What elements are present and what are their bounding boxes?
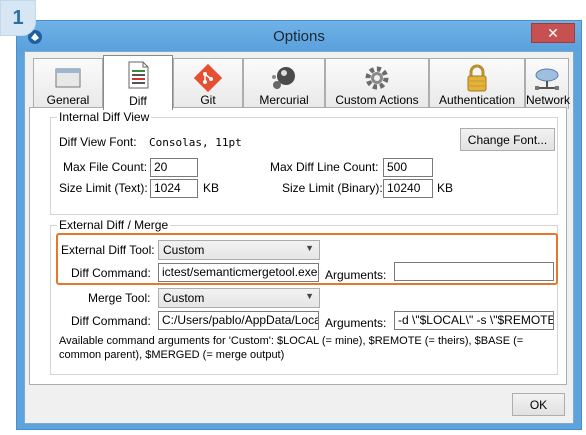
merge-arguments-input[interactable]: -d \"$LOCAL\" -s \"$REMOTE xyxy=(394,311,554,330)
gear-icon xyxy=(365,66,389,90)
chevron-down-icon: ▼ xyxy=(305,291,314,301)
titlebar: Options ✕ xyxy=(17,21,581,51)
tab-diff[interactable]: Diff xyxy=(103,55,173,110)
diff-command-label: Diff Command: xyxy=(71,266,151,280)
tab-mercurial[interactable]: Mercurial xyxy=(243,58,325,109)
merge-tool-value: Custom xyxy=(163,291,205,305)
mercurial-icon xyxy=(272,67,295,89)
merge-arguments-label: Arguments: xyxy=(325,316,387,330)
max-diff-line-count-label: Max Diff Line Count: xyxy=(270,160,379,174)
diff-tab-panel: Internal Diff View Diff View Font: Conso… xyxy=(29,107,567,385)
external-diff-merge-group: External Diff / Merge External Diff Tool… xyxy=(50,218,558,375)
diff-arguments-input[interactable] xyxy=(394,262,554,281)
tab-label: General xyxy=(46,93,90,107)
close-icon: ✕ xyxy=(547,24,559,41)
tab-general[interactable]: General xyxy=(33,58,103,109)
size-limit-text-label: Size Limit (Text): xyxy=(59,181,148,195)
merge-command-label: Diff Command: xyxy=(71,314,151,328)
tab-label: Authentication xyxy=(438,93,516,107)
padlock-icon xyxy=(467,64,487,92)
merge-command-input[interactable]: C:/Users/pablo/AppData/Loca xyxy=(158,311,319,330)
diff-arguments-label: Arguments: xyxy=(325,268,387,282)
window-title: Options xyxy=(273,28,325,45)
merge-tool-label: Merge Tool: xyxy=(88,291,151,305)
group-legend: External Diff / Merge xyxy=(57,218,171,232)
tab-custom-actions[interactable]: Custom Actions xyxy=(325,58,429,109)
size-limit-binary-unit: KB xyxy=(437,181,454,195)
diff-view-font-value: Consolas, 11pt xyxy=(149,136,242,149)
ok-button[interactable]: OK xyxy=(512,393,565,416)
network-icon xyxy=(535,68,559,90)
size-limit-text-unit: KB xyxy=(203,181,220,195)
dialog-client: General Diff Git Mercurial Custom Action… xyxy=(24,51,574,424)
tab-network[interactable]: Network xyxy=(525,58,571,109)
options-window: Options ✕ General Diff Git Mercurial Cus… xyxy=(16,20,582,430)
tab-authentication[interactable]: Authentication xyxy=(429,58,525,109)
size-limit-text-input[interactable]: 1024 xyxy=(150,179,198,198)
max-file-count-input[interactable]: 20 xyxy=(150,158,198,177)
tab-git[interactable]: Git xyxy=(173,58,243,109)
tab-label: Mercurial xyxy=(259,93,309,107)
diff-document-icon xyxy=(128,61,149,89)
max-file-count-label: Max File Count: xyxy=(63,160,148,174)
size-limit-binary-input[interactable]: 10240 xyxy=(383,179,433,198)
tab-label: Custom Actions xyxy=(335,93,419,107)
tab-label: Network xyxy=(526,93,571,107)
external-diff-tool-select[interactable]: Custom ▼ xyxy=(158,240,320,260)
general-icon xyxy=(55,68,81,88)
diff-view-font-label: Diff View Font: xyxy=(59,135,137,149)
tab-label: Git xyxy=(200,93,216,107)
command-arguments-note: Available command arguments for 'Custom'… xyxy=(59,335,524,361)
size-limit-binary-label: Size Limit (Binary): xyxy=(282,181,383,195)
max-diff-line-count-input[interactable]: 500 xyxy=(383,158,433,177)
tab-label: Diff xyxy=(129,94,147,108)
group-legend: Internal Diff View xyxy=(57,110,152,124)
merge-tool-select[interactable]: Custom ▼ xyxy=(158,288,320,308)
external-diff-tool-value: Custom xyxy=(163,243,205,257)
close-button[interactable]: ✕ xyxy=(531,23,575,43)
chevron-down-icon: ▼ xyxy=(305,243,314,253)
external-diff-tool-label: External Diff Tool: xyxy=(61,243,155,257)
diff-command-input[interactable]: ictest/semanticmergetool.exe xyxy=(158,263,319,282)
internal-diff-group: Internal Diff View Diff View Font: Conso… xyxy=(50,110,558,215)
tab-strip: General Diff Git Mercurial Custom Action… xyxy=(29,55,571,110)
change-font-button[interactable]: Change Font... xyxy=(460,128,555,151)
step-badge: 1 xyxy=(0,0,36,36)
git-icon xyxy=(193,63,223,93)
